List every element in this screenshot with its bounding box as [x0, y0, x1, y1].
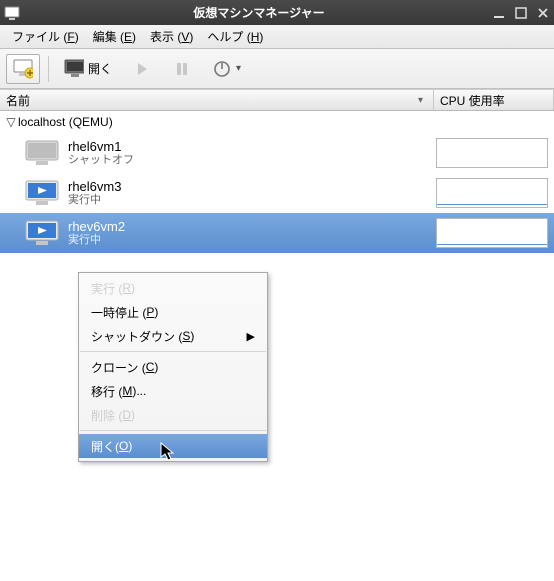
menu-edit[interactable]: 編集 (E): [87, 25, 142, 48]
context-pause[interactable]: 一時停止 (P): [79, 300, 267, 324]
cpu-graph: [436, 178, 548, 208]
play-icon: [132, 59, 152, 79]
vm-status: 実行中: [68, 234, 125, 247]
vm-status: 実行中: [68, 194, 121, 207]
column-cpu[interactable]: CPU 使用率: [434, 90, 554, 110]
monitor-icon: [64, 59, 84, 79]
menu-view[interactable]: 表示 (V): [144, 25, 199, 48]
menubar: ファイル (F) 編集 (E) 表示 (V) ヘルプ (H): [0, 25, 554, 49]
vm-row-selected[interactable]: rhev6vm2 実行中: [0, 213, 554, 253]
context-menu: 実行 (R) 一時停止 (P) シャットダウン (S)▶ クローン (C) 移行…: [78, 272, 268, 462]
host-label: localhost (QEMU): [18, 115, 113, 129]
cpu-graph: [436, 218, 548, 248]
expander-icon[interactable]: ▽: [4, 115, 18, 129]
vm-name: rhev6vm2: [68, 219, 125, 235]
power-icon: [212, 59, 232, 79]
cpu-graph: [436, 138, 548, 168]
context-migrate[interactable]: 移行 (M)...: [79, 379, 267, 403]
window-titlebar: 仮想マシンマネージャー: [0, 0, 554, 25]
host-row[interactable]: ▽ localhost (QEMU): [0, 111, 554, 133]
monitor-off-icon: [24, 139, 60, 167]
table-header: 名前 ▾ CPU 使用率: [0, 89, 554, 111]
context-separator: [80, 351, 266, 352]
context-open[interactable]: 開く(O): [79, 434, 267, 458]
vm-status: シャットオフ: [68, 154, 134, 167]
menu-help[interactable]: ヘルプ (H): [201, 25, 269, 48]
vm-list: ▽ localhost (QEMU) rhel6vm1 シャットオフ rhel6…: [0, 111, 554, 577]
minimize-button[interactable]: [492, 6, 506, 20]
monitor-play-icon: [24, 179, 60, 207]
column-name[interactable]: 名前 ▾: [0, 90, 434, 110]
vm-row[interactable]: rhel6vm3 実行中: [0, 173, 554, 213]
maximize-button[interactable]: [514, 6, 528, 20]
context-run: 実行 (R): [79, 276, 267, 300]
sort-arrow-icon: ▾: [418, 95, 427, 106]
context-clone[interactable]: クローン (C): [79, 355, 267, 379]
context-separator: [80, 430, 266, 431]
vm-row[interactable]: rhel6vm1 シャットオフ: [0, 133, 554, 173]
window-title: 仮想マシンマネージャー: [26, 4, 492, 21]
app-icon: [4, 5, 20, 21]
open-button-label: 開く: [88, 60, 112, 77]
run-button: [125, 54, 159, 84]
menu-file[interactable]: ファイル (F): [6, 25, 85, 48]
pause-icon: [172, 59, 192, 79]
new-vm-button[interactable]: [6, 54, 40, 84]
toolbar: 開く ▾: [0, 49, 554, 89]
submenu-arrow-icon: ▶: [247, 330, 255, 343]
close-button[interactable]: [536, 6, 550, 20]
open-button[interactable]: 開く: [57, 54, 119, 84]
column-name-label: 名前: [6, 92, 30, 109]
column-cpu-label: CPU 使用率: [440, 92, 505, 109]
pause-button: [165, 54, 199, 84]
vm-name: rhel6vm1: [68, 139, 134, 155]
chevron-down-icon: ▾: [236, 63, 241, 74]
context-delete: 削除 (D): [79, 403, 267, 427]
monitor-new-icon: [13, 59, 33, 79]
monitor-play-icon: [24, 219, 60, 247]
shutdown-button[interactable]: ▾: [205, 54, 248, 84]
context-shutdown[interactable]: シャットダウン (S)▶: [79, 324, 267, 348]
vm-name: rhel6vm3: [68, 179, 121, 195]
toolbar-separator: [48, 56, 49, 82]
